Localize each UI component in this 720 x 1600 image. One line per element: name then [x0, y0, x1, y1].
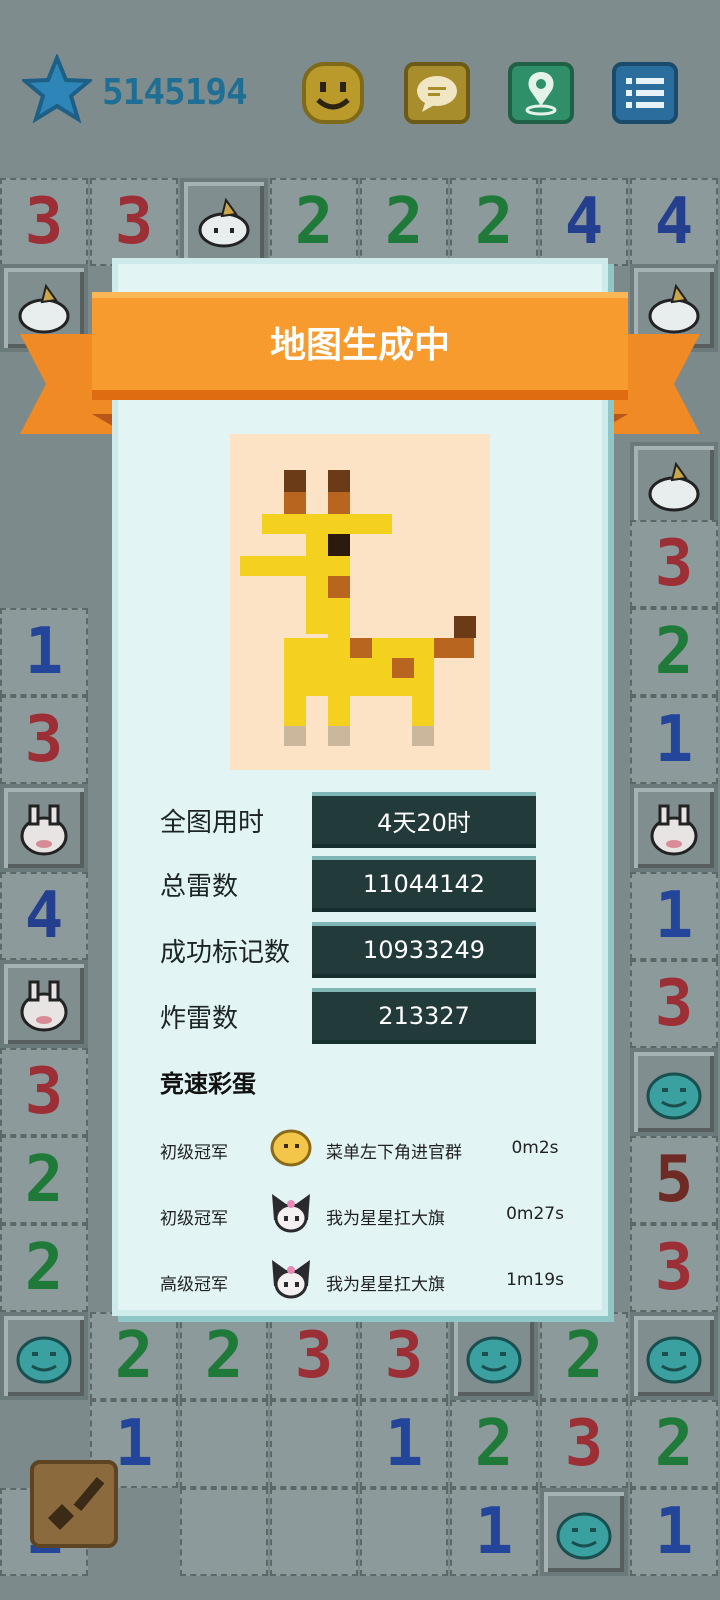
stat-label-total-time: 全图用时 — [160, 808, 265, 838]
speed-easter-egg-title: 竞速彩蛋 — [160, 1070, 256, 1098]
stat-label-exploded: 炸雷数 — [160, 1004, 239, 1034]
chick-avatar-icon — [270, 1129, 312, 1167]
record-player-name: 我为星星扛大旗 — [326, 1275, 445, 1295]
record-row: 初级冠军 菜单左下角进官群 0m2s — [160, 1124, 580, 1174]
record-rank: 初级冠军 — [160, 1209, 228, 1229]
record-rank: 高级冠军 — [160, 1275, 228, 1295]
stat-label-flagged: 成功标记数 — [160, 938, 291, 968]
record-time: 0m2s — [511, 1138, 559, 1158]
record-time: 0m27s — [506, 1204, 564, 1224]
stat-label-total-mines: 总雷数 — [160, 872, 239, 902]
stat-value-flagged: 10933249 — [312, 926, 536, 974]
stat-value-total-time: 4天20时 — [312, 796, 536, 844]
dialog-title: 地图生成中 — [269, 325, 450, 366]
stat-value-exploded: 213327 — [312, 992, 536, 1040]
map-generating-dialog: 地图生成中 全图用时 4天20时 总雷数 11044142 成功标记数 1093… — [0, 0, 720, 1600]
record-row: 高级冠军 我为星星扛大旗 1m19s — [160, 1256, 580, 1306]
record-time: 1m19s — [506, 1270, 564, 1290]
kuromi-avatar-icon — [272, 1194, 310, 1233]
giraffe-pixel-art — [230, 434, 490, 770]
record-row: 初级冠军 我为星星扛大旗 0m27s — [160, 1190, 580, 1240]
record-player-name: 我为星星扛大旗 — [326, 1209, 445, 1229]
record-rank: 初级冠军 — [160, 1143, 228, 1163]
stat-value-total-mines: 11044142 — [312, 860, 536, 908]
kuromi-avatar-icon — [272, 1260, 310, 1299]
record-player-name: 菜单左下角进官群 — [326, 1143, 462, 1163]
